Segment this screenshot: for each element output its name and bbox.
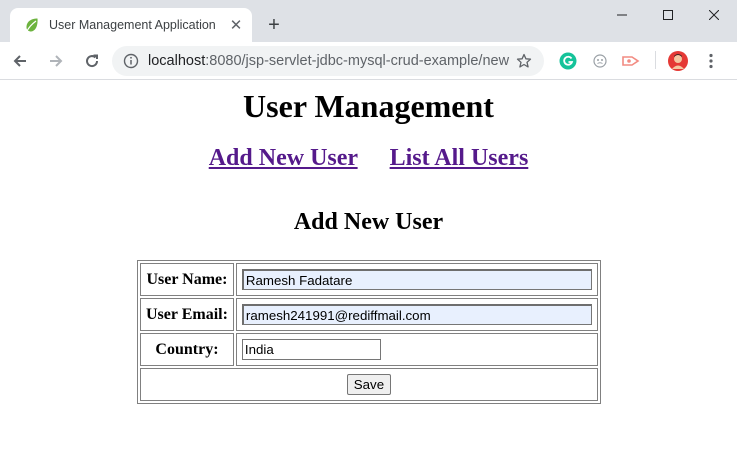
- close-icon[interactable]: ✕: [226, 15, 246, 35]
- submit-cell: Save: [140, 368, 598, 401]
- cast-extension-icon[interactable]: [621, 51, 641, 71]
- browser-tab-active[interactable]: User Management Application ✕: [10, 8, 252, 42]
- user-email-label: User Email:: [140, 298, 234, 331]
- user-email-input[interactable]: ramesh241991@rediffmail.com: [241, 304, 592, 325]
- avatar[interactable]: [668, 51, 688, 71]
- country-input[interactable]: India: [241, 339, 381, 360]
- user-name-label: User Name:: [140, 263, 234, 296]
- ghost-extension-icon[interactable]: [590, 51, 610, 71]
- user-email-cell: ramesh241991@rediffmail.com: [235, 298, 598, 331]
- add-new-user-link[interactable]: Add New User: [209, 145, 358, 171]
- maximize-icon[interactable]: [645, 0, 691, 30]
- user-name-cell: Ramesh Fadatare: [235, 263, 598, 296]
- form-heading: Add New User: [293, 209, 444, 235]
- forward-arrow-icon[interactable]: [42, 47, 70, 75]
- grammarly-extension-icon[interactable]: [558, 51, 578, 71]
- user-form-table: User Name: Ramesh Fadatare User Email: r…: [137, 260, 601, 404]
- toolbar-divider: [655, 51, 656, 69]
- form-row-user-name: User Name: Ramesh Fadatare: [140, 263, 598, 296]
- form-row-submit: Save: [140, 368, 598, 401]
- window-close-icon[interactable]: [691, 0, 737, 30]
- info-icon[interactable]: [122, 52, 140, 70]
- save-button[interactable]: Save: [346, 374, 392, 395]
- address-bar[interactable]: localhost:8080/jsp-servlet-jdbc-mysql-cr…: [112, 46, 544, 76]
- country-label: Country:: [140, 333, 234, 366]
- list-all-users-link[interactable]: List All Users: [390, 145, 529, 171]
- reload-icon[interactable]: [78, 47, 106, 75]
- kebab-menu-icon[interactable]: [701, 51, 721, 71]
- nav-links: Add New User List All Users: [0, 144, 737, 172]
- user-name-input[interactable]: Ramesh Fadatare: [241, 269, 592, 290]
- url-path: :8080/jsp-servlet-jdbc-mysql-crud-exampl…: [205, 53, 510, 69]
- browser-toolbar: localhost:8080/jsp-servlet-jdbc-mysql-cr…: [0, 42, 737, 80]
- star-icon[interactable]: [512, 53, 536, 69]
- minimize-icon[interactable]: [599, 0, 645, 30]
- page-title: User Management: [243, 88, 494, 124]
- form-row-country: Country: India: [140, 333, 598, 366]
- tab-title: User Management Application: [49, 18, 216, 32]
- url-host: localhost: [148, 53, 206, 69]
- plus-icon[interactable]: +: [262, 13, 286, 37]
- country-cell: India: [235, 333, 598, 366]
- back-arrow-icon[interactable]: [6, 47, 34, 75]
- page-content: User Management Add New User List All Us…: [0, 80, 737, 470]
- form-row-user-email: User Email: ramesh241991@rediffmail.com: [140, 298, 598, 331]
- spring-leaf-icon: [24, 17, 40, 33]
- window-controls: [599, 0, 737, 30]
- url-text: localhost:8080/jsp-servlet-jdbc-mysql-cr…: [148, 53, 512, 69]
- title-bar: User Management Application ✕ +: [0, 0, 737, 42]
